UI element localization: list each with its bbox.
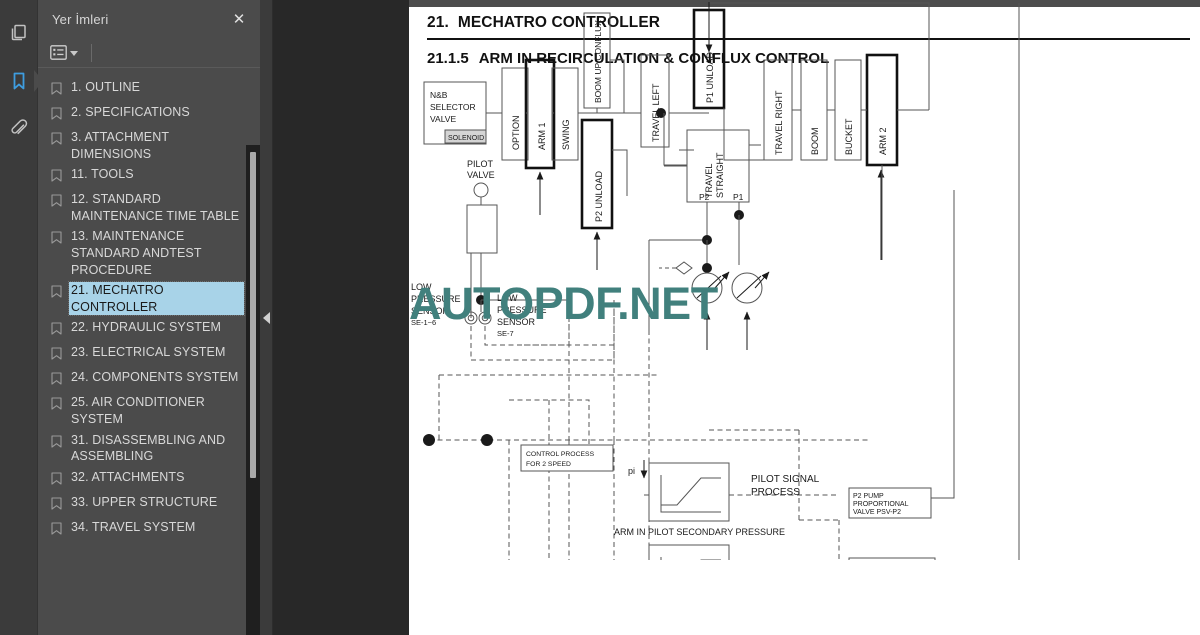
bookmark-item[interactable]: 33. UPPER STRUCTURE xyxy=(38,492,260,517)
close-icon[interactable]: ✕ xyxy=(228,8,250,30)
bookmark-icon xyxy=(51,107,62,125)
bookmark-item[interactable]: 31. DISASSEMBLING AND ASSEMBLING xyxy=(38,430,260,467)
svg-text:TRAVEL LEFT: TRAVEL LEFT xyxy=(651,83,661,142)
bookmarks-panel: Yer İmleri ✕ 1. OUTLINE 2. SPECIFICATIONS… xyxy=(38,0,260,635)
bookmark-icon xyxy=(51,231,62,249)
bookmark-label: 11. TOOLS xyxy=(71,167,134,182)
document-gutter xyxy=(273,0,409,635)
bookmark-icon xyxy=(51,347,62,365)
svg-text:N&B: N&B xyxy=(430,90,448,100)
panel-title: Yer İmleri xyxy=(52,11,109,27)
bookmark-label: 25. AIR CONDITIONER SYSTEM xyxy=(71,395,205,426)
svg-text:BOOM: BOOM xyxy=(810,127,820,155)
bookmark-icon xyxy=(51,472,62,490)
bookmark-item[interactable]: 25. AIR CONDITIONER SYSTEM xyxy=(38,392,260,429)
bookmark-label: 22. HYDRAULIC SYSTEM xyxy=(71,320,221,335)
svg-text:ARM 2: ARM 2 xyxy=(878,127,888,155)
toolbar-divider xyxy=(91,43,92,62)
svg-text:pi: pi xyxy=(628,466,635,476)
svg-text:FOR 2 SPEED: FOR 2 SPEED xyxy=(526,461,571,468)
list-options-icon xyxy=(50,45,67,60)
bookmark-icon xyxy=(51,497,62,515)
pdf-page: 21. MECHATRO CONTROLLER 21.1.5 ARM IN RECI… xyxy=(409,0,1200,635)
chevron-down-icon xyxy=(70,51,78,56)
svg-text:PILOT SIGNAL: PILOT SIGNAL xyxy=(751,474,820,485)
bookmark-item[interactable]: 1. OUTLINE xyxy=(38,77,260,102)
scrollbar-thumb[interactable] xyxy=(250,152,256,478)
svg-text:PROPORTIONAL: PROPORTIONAL xyxy=(853,501,909,508)
bookmark-label: 24. COMPONENTS SYSTEM xyxy=(71,370,239,385)
sidebar-icon-rail xyxy=(0,0,43,635)
bookmark-icon xyxy=(51,82,62,100)
svg-text:P2 PUMP: P2 PUMP xyxy=(853,493,884,500)
bookmark-options-button[interactable] xyxy=(48,42,80,64)
bookmark-label: 31. DISASSEMBLING AND ASSEMBLING xyxy=(71,432,226,464)
svg-text:TRAVEL RIGHT: TRAVEL RIGHT xyxy=(774,90,784,155)
page-thumbnails-icon[interactable] xyxy=(4,18,34,48)
bookmark-label: 33. UPPER STRUCTURE xyxy=(71,494,218,509)
bookmark-item[interactable]: 11. TOOLS xyxy=(38,164,260,189)
svg-text:VALVE: VALVE xyxy=(430,114,456,124)
pdf-reader-window: Yer İmleri ✕ 1. OUTLINE 2. SPECIFICATIONS… xyxy=(0,0,1200,635)
svg-text:STRAIGHT: STRAIGHT xyxy=(715,152,725,198)
svg-text:VALVE PSV-P2: VALVE PSV-P2 xyxy=(853,509,901,516)
bookmark-item[interactable]: 32. ATTACHMENTS xyxy=(38,467,260,492)
panel-splitter[interactable] xyxy=(260,0,273,635)
bookmark-label: 2. SPECIFICATIONS xyxy=(71,105,190,119)
bookmark-item[interactable]: 22. HYDRAULIC SYSTEM xyxy=(38,317,260,342)
bookmarks-panel-header: Yer İmleri ✕ xyxy=(38,0,260,38)
collapse-panel-icon[interactable] xyxy=(262,311,270,324)
bookmark-item[interactable]: 3. ATTACHMENT DIMENSIONS xyxy=(38,127,260,164)
bookmark-icon xyxy=(51,434,62,453)
bookmark-item[interactable]: 13. MAINTENANCE STANDARD ANDTEST PROCEDU… xyxy=(38,226,260,280)
svg-text:SE-7: SE-7 xyxy=(497,329,514,338)
bookmark-item[interactable]: 21. MECHATRO CONTROLLER xyxy=(38,280,260,317)
bookmark-icon xyxy=(51,522,62,540)
bookmark-label: 12. STANDARD MAINTENANCE TIME TABLE xyxy=(71,192,240,223)
bookmark-label: 13. MAINTENANCE STANDARD ANDTEST PROCEDU… xyxy=(71,229,202,277)
bookmark-icon xyxy=(51,194,62,212)
bookmark-label: 21. MECHATRO CONTROLLER xyxy=(68,281,245,317)
bookmark-item[interactable]: 12. STANDARD MAINTENANCE TIME TABLE xyxy=(38,189,260,226)
svg-text:BOOM UP CONFLUX: BOOM UP CONFLUX xyxy=(593,20,603,103)
bookmark-label: 34. TRAVEL SYSTEM xyxy=(71,519,196,534)
bookmark-label: 3. ATTACHMENT DIMENSIONS xyxy=(71,130,169,161)
attachments-icon[interactable] xyxy=(4,114,34,144)
bookmark-item[interactable]: 24. COMPONENTS SYSTEM xyxy=(38,367,260,392)
bookmark-icon xyxy=(51,285,62,303)
bookmark-icon xyxy=(51,169,62,187)
svg-text:BUCKET: BUCKET xyxy=(844,118,854,155)
bookmark-label: 1. OUTLINE xyxy=(71,80,141,94)
bookmark-item[interactable]: 2. SPECIFICATIONS xyxy=(38,102,260,127)
svg-text:SOLENOID: SOLENOID xyxy=(448,135,484,142)
bookmarks-icon[interactable] xyxy=(4,66,43,96)
bookmark-scrollbar[interactable] xyxy=(246,145,260,635)
svg-text:P1: P1 xyxy=(733,192,744,202)
bookmark-icon xyxy=(51,322,62,340)
bookmark-label: 32. ATTACHMENTS xyxy=(71,469,185,484)
watermark: AUTOPDF.NET xyxy=(409,278,718,329)
bookmark-icon xyxy=(51,132,62,150)
svg-text:PILOT: PILOT xyxy=(467,159,494,169)
bookmark-icon xyxy=(51,372,62,390)
svg-text:ARM 1: ARM 1 xyxy=(537,122,547,150)
svg-text:VALVE: VALVE xyxy=(467,170,495,180)
svg-text:ARM IN PILOT SECONDARY PRESSUR: ARM IN PILOT SECONDARY PRESSURE xyxy=(614,527,785,537)
svg-text:P2 UNLOAD: P2 UNLOAD xyxy=(594,170,604,222)
bookmark-item[interactable]: 23. ELECTRICAL SYSTEM xyxy=(38,342,260,367)
bookmark-icon xyxy=(51,397,62,415)
bookmark-item[interactable]: 34. TRAVEL SYSTEM xyxy=(38,517,260,542)
svg-text:SELECTOR: SELECTOR xyxy=(430,102,476,112)
bookmarks-toolbar xyxy=(38,38,260,68)
svg-text:OPTION: OPTION xyxy=(511,115,521,150)
svg-text:PROCESS: PROCESS xyxy=(751,487,800,498)
svg-text:CONTROL PROCESS: CONTROL PROCESS xyxy=(526,451,595,458)
bookmark-list[interactable]: 1. OUTLINE 2. SPECIFICATIONS 3. ATTACHMENT… xyxy=(38,68,260,635)
svg-text:P2: P2 xyxy=(699,192,710,202)
svg-text:P1 UNLOAD: P1 UNLOAD xyxy=(705,51,715,103)
svg-text:SWING: SWING xyxy=(561,120,571,151)
bookmark-label: 23. ELECTRICAL SYSTEM xyxy=(71,345,226,360)
